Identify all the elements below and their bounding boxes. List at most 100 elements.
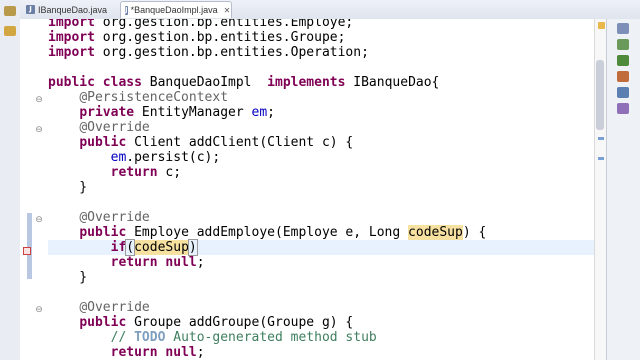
- code-line[interactable]: @PersistenceContext: [48, 90, 594, 105]
- code-line[interactable]: [48, 60, 594, 75]
- comment-token: Auto-generated method stub: [165, 330, 377, 345]
- code-line[interactable]: em.persist(c);: [48, 150, 594, 165]
- text-caret: [196, 241, 198, 254]
- close-tab-icon[interactable]: ✕: [224, 6, 231, 15]
- tab-label: *BanqueDaoImpl.java: [130, 5, 218, 15]
- keyword-token: return: [110, 165, 158, 180]
- code-line[interactable]: public Client addClient(Client c) {: [48, 135, 594, 150]
- code-line[interactable]: public class BanqueDaoImpl implements IB…: [48, 75, 594, 90]
- view-icon[interactable]: [617, 71, 629, 82]
- code-token: IBanqueDao{: [345, 75, 440, 90]
- keyword-token: import: [48, 30, 95, 45]
- code-line-current[interactable]: if(codeSup): [48, 239, 594, 256]
- code-line[interactable]: import org.gestion.bp.entities.Groupe;: [48, 30, 594, 45]
- code-line[interactable]: import org.gestion.bp.entities.Operation…: [48, 45, 594, 60]
- keyword-token: class: [102, 75, 142, 90]
- folding-gutter: ⊖ ⊖ ⊖ ⊖: [23, 19, 46, 360]
- code-line[interactable]: }: [48, 270, 594, 285]
- annotation-token: @Override: [79, 210, 150, 225]
- code-token: EntityManager: [134, 105, 252, 120]
- code-token: ) {: [462, 225, 487, 240]
- code-line[interactable]: import org.gestion.bp.entities.Employe;: [48, 19, 594, 30]
- fold-collapse-icon[interactable]: ⊖: [35, 306, 43, 315]
- view-icon[interactable]: [617, 55, 629, 66]
- outline-icon[interactable]: [4, 26, 16, 36]
- code-line[interactable]: return null;: [48, 345, 594, 360]
- vertical-ruler: [20, 19, 32, 360]
- code-line[interactable]: }: [48, 180, 594, 195]
- occurrence-highlight: codeSup: [408, 225, 463, 240]
- occurrence-highlight: codeSup: [134, 240, 189, 255]
- code-line[interactable]: public Groupe addGroupe(Groupe g) {: [48, 315, 594, 330]
- code-line[interactable]: [48, 285, 594, 300]
- annotation-token: @Override: [79, 120, 150, 135]
- code-token: Groupe addGroupe(Groupe g) {: [126, 315, 354, 330]
- todo-tag: TODO: [134, 330, 166, 345]
- fold-collapse-icon[interactable]: ⊖: [35, 126, 43, 135]
- keyword-token: public: [79, 135, 127, 150]
- vertical-scrollbar-thumb[interactable]: [596, 60, 604, 130]
- view-icon[interactable]: [617, 23, 629, 34]
- view-icon[interactable]: [617, 87, 629, 98]
- fold-collapse-icon[interactable]: ⊖: [35, 216, 43, 225]
- tab-banquedaoimpl[interactable]: J *BanqueDaoImpl.java ✕: [120, 1, 232, 18]
- code-token: BanqueDaoImpl: [141, 75, 268, 90]
- code-line[interactable]: [48, 195, 594, 210]
- left-view-strip: [0, 0, 21, 360]
- keyword-token: null: [165, 255, 197, 270]
- keyword-token: implements: [267, 75, 346, 90]
- code-line[interactable]: @Override: [48, 210, 594, 225]
- code-token: }: [48, 270, 88, 285]
- code-token: ;: [267, 105, 275, 120]
- package-explorer-icon[interactable]: [4, 6, 16, 16]
- keyword-token: import: [48, 19, 95, 30]
- overview-marker[interactable]: [598, 137, 604, 140]
- field-token: em: [110, 150, 127, 165]
- code-line[interactable]: return null;: [48, 255, 594, 270]
- code-editor[interactable]: ⊖ ⊖ ⊖ ⊖ import org.gestion.bp.entities.E…: [20, 19, 594, 360]
- code-line[interactable]: return c;: [48, 165, 594, 180]
- code-token: ;: [196, 255, 205, 270]
- fold-collapse-icon[interactable]: ⊖: [35, 96, 43, 105]
- keyword-token: public: [79, 225, 127, 240]
- code-token: Employe addEmploye(Employe e, Long: [126, 225, 409, 240]
- tab-ibanquedao[interactable]: J IBanqueDao.java: [22, 1, 118, 18]
- java-file-icon: J: [125, 5, 128, 15]
- code-line[interactable]: @Override: [48, 300, 594, 315]
- code-line[interactable]: public Employe addEmploye(Employe e, Lon…: [48, 225, 594, 240]
- code-line[interactable]: private EntityManager em;: [48, 105, 594, 120]
- overview-marker[interactable]: [598, 157, 604, 160]
- right-perspective-bar: [606, 19, 640, 360]
- code-token: org.gestion.bp.entities.Employe;: [94, 19, 354, 30]
- code-line[interactable]: @Override: [48, 120, 594, 135]
- view-icon[interactable]: [617, 103, 629, 114]
- tab-label: IBanqueDao.java: [38, 4, 108, 15]
- keyword-token: private: [79, 105, 135, 120]
- warning-overview-icon[interactable]: [598, 22, 605, 29]
- annotation-token: @Override: [79, 300, 150, 315]
- error-marker-icon[interactable]: [23, 247, 31, 255]
- keyword-token: public: [79, 315, 127, 330]
- code-token: ;: [196, 345, 205, 360]
- field-token: em: [251, 105, 268, 120]
- code-token: Client addClient(Client c) {: [126, 135, 354, 150]
- keyword-token: return: [110, 345, 158, 360]
- code-token: c;: [157, 165, 182, 180]
- code-line[interactable]: // TODO Auto-generated method stub: [48, 330, 594, 345]
- view-icon[interactable]: [617, 39, 629, 50]
- source-code[interactable]: import org.gestion.bp.entities.Employe; i…: [48, 19, 594, 360]
- keyword-token: import: [48, 45, 95, 60]
